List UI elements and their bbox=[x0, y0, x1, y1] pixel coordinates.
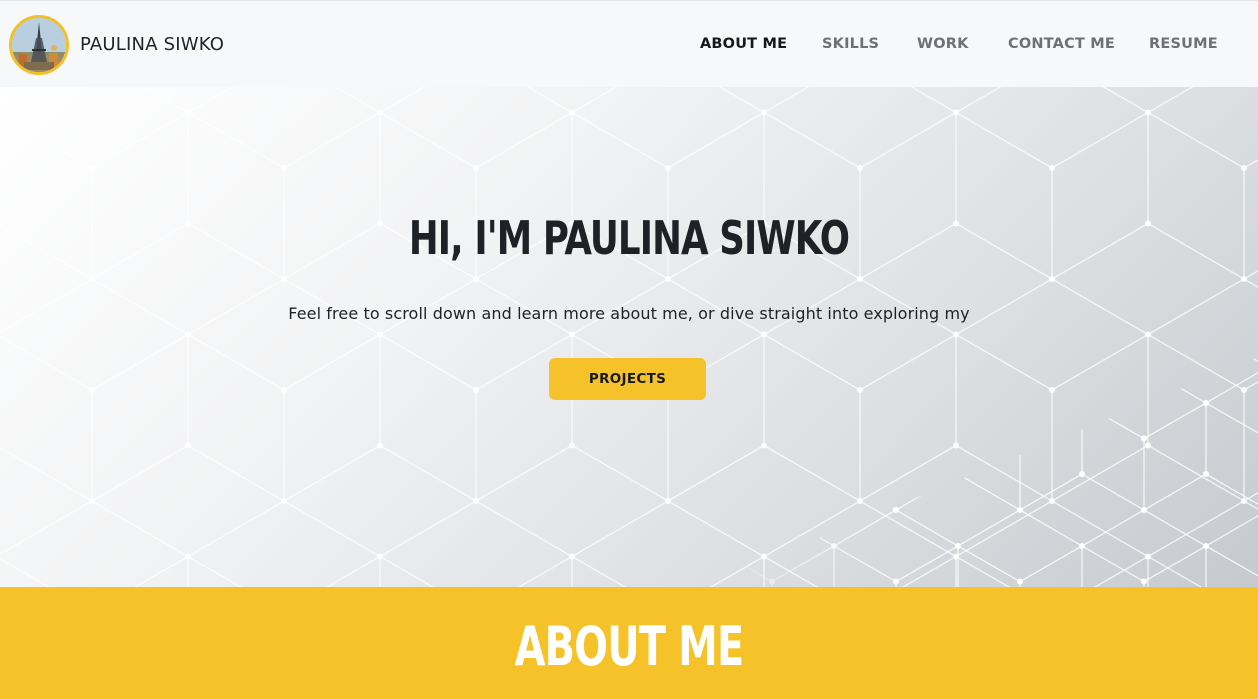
nav-link-work[interactable]: WORK bbox=[917, 36, 969, 52]
nav-link-skills[interactable]: SKILLS bbox=[822, 36, 879, 52]
about-section: ABOUT ME bbox=[0, 587, 1258, 699]
about-title: ABOUT ME bbox=[514, 615, 745, 678]
nav-link-contact-me[interactable]: CONTACT ME bbox=[1008, 36, 1115, 52]
main-nav: ABOUT ME SKILLS WORK CONTACT ME RESUME bbox=[0, 36, 1258, 56]
navbar: PAULINA SIWKO ABOUT ME SKILLS WORK CONTA… bbox=[0, 0, 1258, 87]
hero-section: HI, I'M PAULINA SIWKO Feel free to scrol… bbox=[0, 87, 1258, 587]
projects-button[interactable]: PROJECTS bbox=[549, 358, 706, 400]
hero-subtitle: Feel free to scroll down and learn more … bbox=[288, 304, 970, 323]
hexagon-network-background bbox=[0, 87, 1258, 587]
hero-title: HI, I'M PAULINA SIWKO bbox=[408, 211, 850, 265]
nav-link-about-me[interactable]: ABOUT ME bbox=[700, 36, 787, 52]
nav-link-resume[interactable]: RESUME bbox=[1149, 36, 1218, 52]
